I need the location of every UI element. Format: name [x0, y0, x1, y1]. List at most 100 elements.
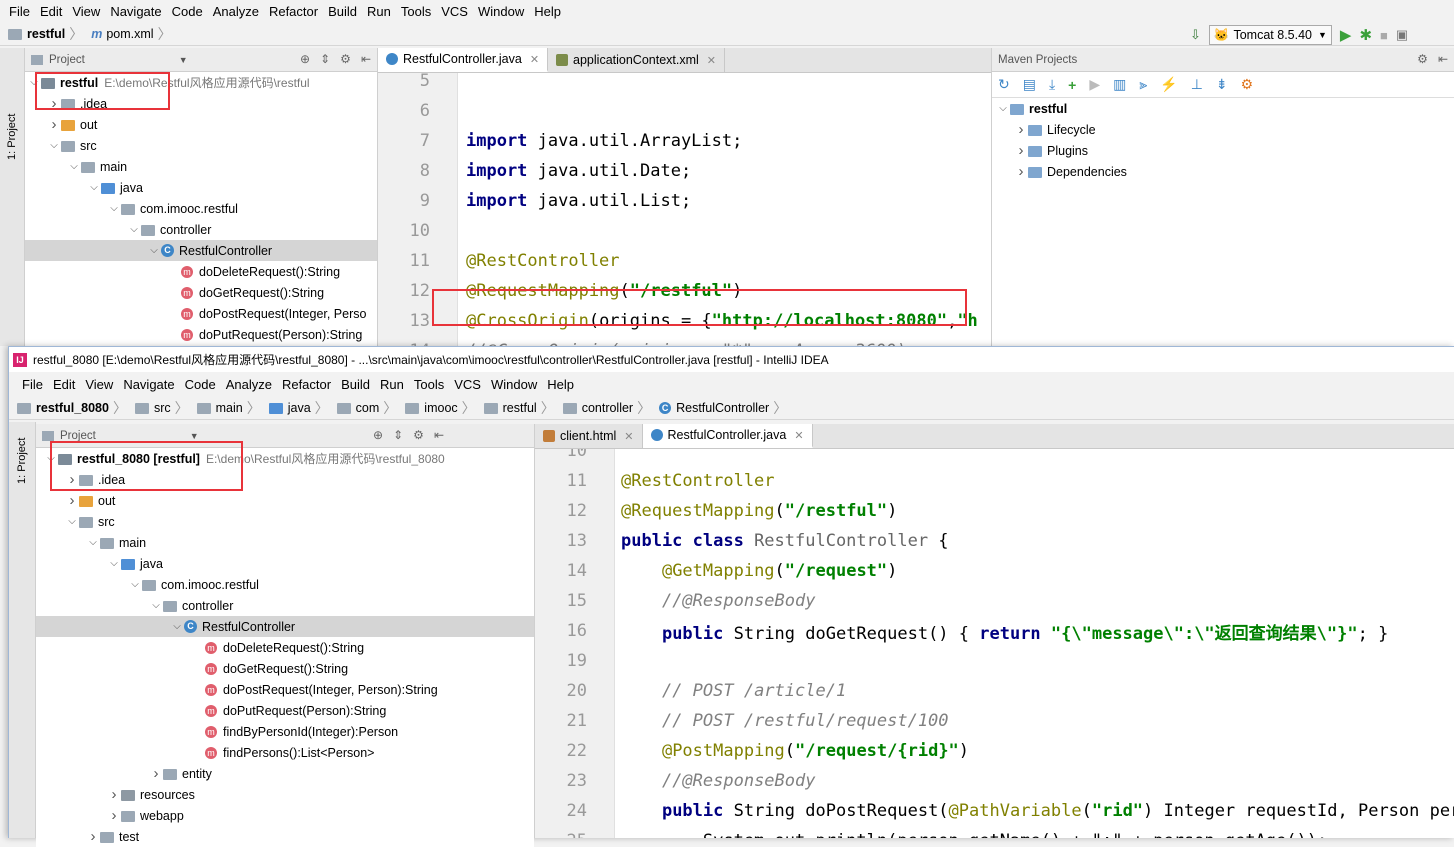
- tree-row[interactable]: ⌵ controller: [25, 219, 377, 240]
- tree-row[interactable]: ⌵ main: [36, 532, 534, 553]
- tree-row[interactable]: ⌵ C RestfulController: [36, 616, 534, 637]
- generate-sources-icon[interactable]: ▤: [1023, 76, 1036, 93]
- menu-help[interactable]: Help: [542, 377, 579, 392]
- tree-row[interactable]: m findPersons():List<Person>: [36, 742, 534, 763]
- tree-row[interactable]: m doPutRequest(Person):String: [25, 324, 377, 345]
- menu-file[interactable]: File: [17, 377, 48, 392]
- chevron-down-icon[interactable]: ⌵: [107, 558, 121, 569]
- tree-row[interactable]: › test: [36, 826, 534, 847]
- menu-window[interactable]: Window: [473, 4, 529, 19]
- locate-icon[interactable]: ⊕: [373, 428, 383, 442]
- crumb-restfulcontroller[interactable]: C RestfulController 〉: [659, 398, 795, 418]
- chevron-right-icon[interactable]: ›: [47, 116, 61, 133]
- maven-goal-icon[interactable]: ▥: [1113, 76, 1126, 93]
- crumb-src[interactable]: src 〉: [134, 398, 197, 418]
- tree-row[interactable]: › webapp: [36, 805, 534, 826]
- run-config-select[interactable]: 🐱 Tomcat 8.5.40 ▼: [1208, 25, 1332, 45]
- tree-row[interactable]: m doGetRequest():String: [36, 658, 534, 679]
- collapse-icon[interactable]: ⇕: [320, 52, 330, 66]
- chevron-right-icon[interactable]: ›: [107, 807, 121, 824]
- tree-row[interactable]: ⌵ java: [36, 553, 534, 574]
- tree-row[interactable]: m doDeleteRequest():String: [25, 261, 377, 282]
- crumb-controller[interactable]: controller 〉: [562, 398, 659, 418]
- menu-build[interactable]: Build: [323, 4, 362, 19]
- gear-icon[interactable]: ⚙: [413, 428, 424, 442]
- chevron-right-icon[interactable]: ›: [149, 765, 163, 782]
- menu-help[interactable]: Help: [529, 4, 566, 19]
- tree-row[interactable]: › entity: [36, 763, 534, 784]
- toggle-offline-icon[interactable]: ⫸: [1139, 76, 1147, 93]
- menu-run[interactable]: Run: [375, 377, 409, 392]
- hide-icon[interactable]: ⇤: [434, 428, 444, 442]
- menu-refactor[interactable]: Refactor: [277, 377, 336, 392]
- hide-icon[interactable]: ⇤: [1438, 52, 1448, 66]
- chevron-right-icon[interactable]: ›: [65, 492, 79, 509]
- editor-tab[interactable]: client.html ✕: [535, 424, 643, 448]
- chevron-down-icon[interactable]: ⌵: [170, 621, 184, 632]
- gear-icon[interactable]: ⚙: [1417, 52, 1428, 66]
- editor-tab[interactable]: RestfulController.java ✕: [378, 48, 549, 72]
- settings-icon[interactable]: ⚙: [1241, 76, 1254, 93]
- menu-tools[interactable]: Tools: [396, 4, 436, 19]
- menu-code[interactable]: Code: [167, 4, 208, 19]
- crumb-main[interactable]: main 〉: [196, 398, 269, 418]
- tree-row[interactable]: m doPostRequest(Integer, Person):String: [36, 679, 534, 700]
- chevron-right-icon[interactable]: ›: [1014, 142, 1028, 159]
- tree-row[interactable]: m findByPersonId(Integer):Person: [36, 721, 534, 742]
- chevron-down-icon[interactable]: ⌵: [107, 203, 121, 214]
- show-dependencies-icon[interactable]: ⊥: [1191, 76, 1203, 93]
- crumb-com[interactable]: com 〉: [336, 398, 406, 418]
- close-icon[interactable]: ✕: [794, 429, 803, 442]
- menu-window[interactable]: Window: [486, 377, 542, 392]
- locate-icon[interactable]: ⊕: [300, 52, 310, 66]
- chevron-down-icon[interactable]: ⌵: [127, 224, 141, 235]
- collapse-icon[interactable]: ⇕: [393, 428, 403, 442]
- menu-run[interactable]: Run: [362, 4, 396, 19]
- chevron-down-icon[interactable]: ⌵: [47, 140, 61, 151]
- chevron-right-icon[interactable]: ›: [1014, 163, 1028, 180]
- gear-icon[interactable]: ⚙: [340, 52, 351, 66]
- menu-navigate[interactable]: Navigate: [105, 4, 166, 19]
- crumb-restful-8080[interactable]: restful_8080 〉: [17, 398, 135, 418]
- chevron-down-icon[interactable]: ⌵: [996, 103, 1010, 114]
- crumb-pom[interactable]: m pom.xml 〉: [91, 24, 179, 44]
- collapse-all-icon[interactable]: ⇟: [1216, 76, 1228, 93]
- hide-icon[interactable]: ⇤: [361, 52, 371, 66]
- tree-row[interactable]: ⌵ src: [25, 135, 377, 156]
- run-maven-icon[interactable]: ▶: [1089, 76, 1100, 93]
- menu-analyze[interactable]: Analyze: [208, 4, 264, 19]
- menu-vcs[interactable]: VCS: [449, 377, 486, 392]
- bottom-code-editor[interactable]: 10 11 @RestController 12 @RequestMapping("/r…: [535, 449, 1454, 838]
- menu-vcs[interactable]: VCS: [436, 4, 473, 19]
- tree-row[interactable]: › Lifecycle: [994, 119, 1454, 140]
- tree-row[interactable]: › out: [25, 114, 377, 135]
- menu-view[interactable]: View: [80, 377, 118, 392]
- skip-tests-icon[interactable]: ⚡: [1160, 76, 1177, 93]
- chevron-down-icon[interactable]: ⌵: [65, 516, 79, 527]
- tree-row[interactable]: ⌵ restful: [994, 98, 1454, 119]
- chevron-right-icon[interactable]: ›: [107, 786, 121, 803]
- project-stripe-button[interactable]: 1: Project: [16, 438, 28, 484]
- chevron-down-icon[interactable]: ⌵: [149, 600, 163, 611]
- project-structure-icon[interactable]: ▣: [1396, 27, 1408, 43]
- editor-tab[interactable]: applicationContext.xml ✕: [548, 48, 726, 72]
- menu-edit[interactable]: Edit: [48, 377, 80, 392]
- tree-row[interactable]: m doPutRequest(Person):String: [36, 700, 534, 721]
- menu-view[interactable]: View: [67, 4, 105, 19]
- chevron-down-icon[interactable]: ⌵: [87, 182, 101, 193]
- tree-row[interactable]: ⌵ com.imooc.restful: [25, 198, 377, 219]
- close-icon[interactable]: ✕: [624, 430, 633, 443]
- chevron-down-icon[interactable]: ▼: [179, 55, 188, 65]
- menu-file[interactable]: File: [4, 4, 35, 19]
- tree-row[interactable]: m doDeleteRequest():String: [36, 637, 534, 658]
- chevron-right-icon[interactable]: ›: [1014, 121, 1028, 138]
- editor-tab[interactable]: RestfulController.java ✕: [642, 424, 813, 448]
- build-icon[interactable]: ⇩: [1190, 27, 1201, 43]
- run-icon[interactable]: ▶: [1340, 26, 1352, 44]
- close-icon[interactable]: ✕: [707, 54, 716, 67]
- chevron-right-icon[interactable]: ›: [86, 828, 100, 845]
- tree-row[interactable]: ⌵ main: [25, 156, 377, 177]
- tree-row[interactable]: m doPostRequest(Integer, Perso: [25, 303, 377, 324]
- menu-build[interactable]: Build: [336, 377, 375, 392]
- stop-icon[interactable]: ■: [1380, 28, 1388, 43]
